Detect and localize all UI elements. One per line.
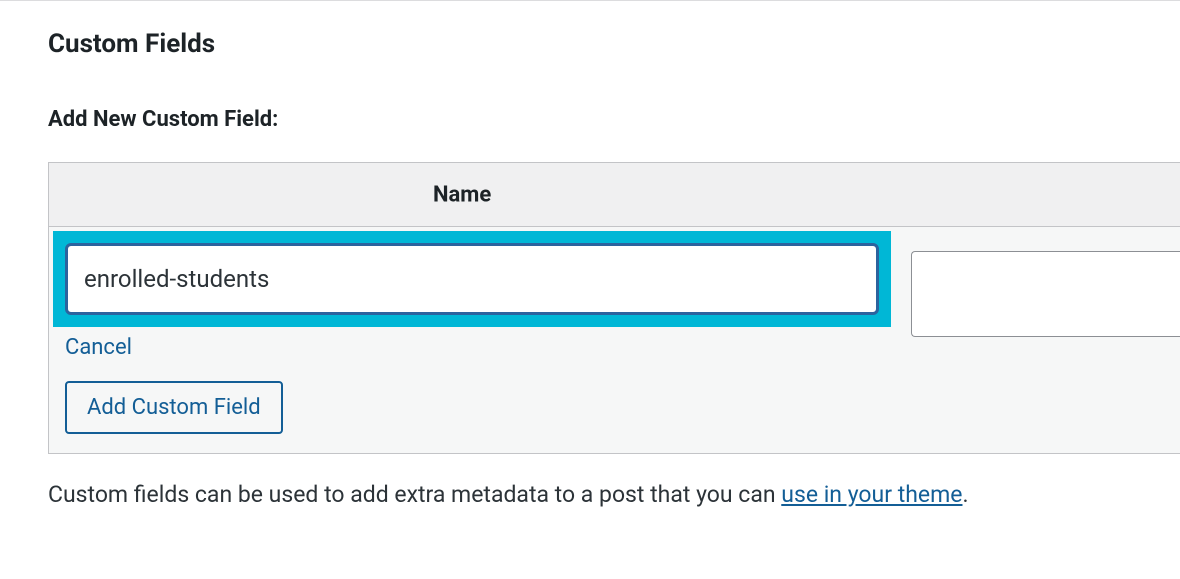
add-new-heading: Add New Custom Field:	[48, 107, 1180, 132]
footer-text-suffix: .	[962, 481, 968, 508]
custom-field-panel: Name Cancel Add Custom Field	[48, 162, 1180, 454]
footer-help-text: Custom fields can be used to add extra m…	[48, 478, 1180, 513]
name-input-highlight	[53, 231, 891, 327]
footer-text-prefix: Custom fields can be used to add extra m…	[48, 481, 781, 508]
custom-fields-metabox: Custom Fields Add New Custom Field: Name…	[0, 1, 1180, 513]
metabox-title: Custom Fields	[48, 29, 1180, 59]
use-in-theme-link[interactable]: use in your theme	[781, 481, 962, 508]
custom-field-name-input[interactable]	[65, 243, 879, 315]
panel-body: Cancel Add Custom Field	[49, 227, 1180, 453]
custom-field-value-input[interactable]	[911, 251, 1180, 337]
column-name-header: Name	[433, 182, 491, 207]
add-custom-field-button[interactable]: Add Custom Field	[65, 381, 283, 434]
cancel-link[interactable]: Cancel	[65, 335, 132, 360]
panel-header-row: Name	[49, 163, 1180, 227]
